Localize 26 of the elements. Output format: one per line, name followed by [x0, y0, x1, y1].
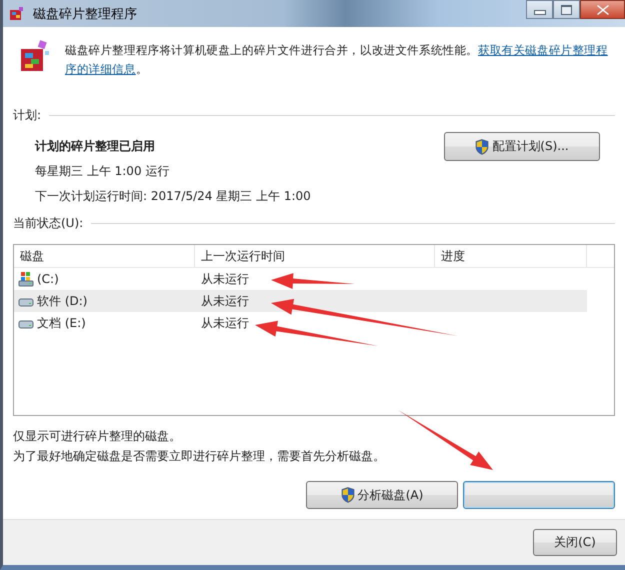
analyze-disk-button[interactable]: 分析磁盘(A) — [306, 481, 458, 509]
table-row[interactable]: 文档 (E:) 从未运行 — [14, 312, 587, 334]
column-header[interactable]: 上一次运行时间 — [195, 245, 435, 267]
schedule-frequency: 每星期三 上午 1:00 运行 — [35, 163, 170, 180]
section-heading: 计划: — [13, 107, 42, 124]
disk-name: 文档 (E:) — [37, 314, 86, 332]
disk-name: (C:) — [37, 272, 59, 286]
column-header[interactable]: 磁盘 — [14, 245, 195, 267]
help-link[interactable]: 序的详细信息 — [65, 62, 136, 76]
description-text: 磁盘碎片整理程序将计算机硬盘上的碎片文件进行合并，以改进文件系统性能。获取有关磁盘碎片整理程 序的详细信息。 — [65, 42, 609, 78]
info-text: 为了最好地确定磁盘是否需要立即进行碎片整理，需要首先分析磁盘。 — [13, 448, 386, 465]
table-row[interactable]: (C:) 从未运行 — [14, 268, 587, 290]
help-link[interactable]: 获取有关磁盘碎片整理程 — [478, 43, 608, 57]
last-run-cell: 从未运行 — [201, 270, 249, 288]
configure-schedule-button[interactable]: 配置计划(S)... — [444, 132, 600, 161]
column-header[interactable]: 进度 — [435, 245, 587, 267]
disk-name: 软件 (D:) — [37, 292, 88, 310]
schedule-status: 计划的碎片整理已启用 — [35, 138, 156, 155]
next-run-text: 下一次计划运行时间: 2017/5/24 星期三 上午 1:00 — [35, 188, 311, 205]
last-run-cell: 从未运行 — [201, 292, 249, 310]
last-run-cell: 从未运行 — [201, 314, 249, 332]
table-row[interactable]: 软件 (D:) 从未运行 — [14, 290, 587, 312]
info-text: 仅显示可进行碎片整理的磁盘。 — [13, 428, 182, 445]
close-dialog-button[interactable]: 关闭(C) — [533, 529, 617, 556]
window-title: 磁盘碎片整理程序 — [33, 6, 137, 22]
section-heading: 当前状态(U): — [13, 215, 84, 232]
